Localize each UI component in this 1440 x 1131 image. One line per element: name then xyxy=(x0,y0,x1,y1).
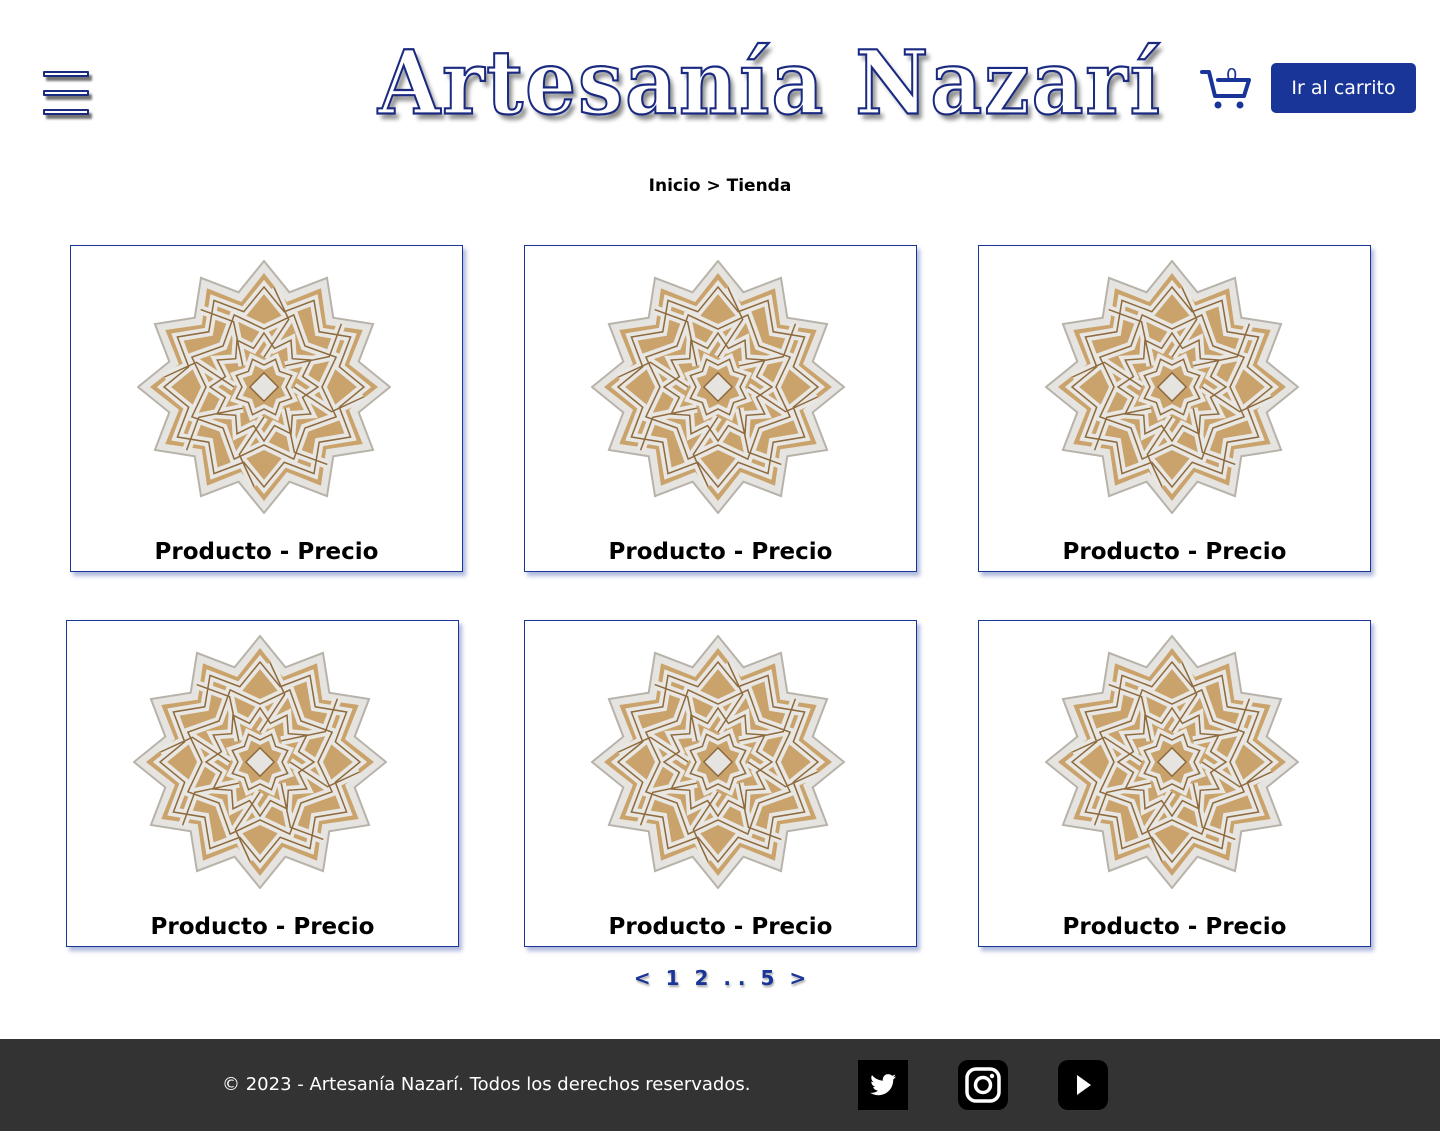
footer: © 2023 - Artesanía Nazarí. Todos los der… xyxy=(0,1039,1440,1131)
go-to-cart-button[interactable]: Ir al carrito xyxy=(1271,63,1416,113)
menu-bar xyxy=(43,90,89,96)
product-card[interactable]: Producto - Precio xyxy=(66,620,459,947)
product-image[interactable] xyxy=(591,260,845,514)
pagination-next[interactable]: > xyxy=(789,966,806,990)
twitter-link[interactable] xyxy=(858,1060,908,1110)
menu-icon[interactable] xyxy=(43,71,91,121)
product-image[interactable] xyxy=(133,635,387,889)
product-label[interactable]: Producto - Precio xyxy=(525,539,916,565)
copyright-text: © 2023 - Artesanía Nazarí. Todos los der… xyxy=(222,1074,751,1095)
product-image[interactable] xyxy=(137,260,391,514)
pagination-page-1[interactable]: 1 xyxy=(666,966,680,990)
instagram-link[interactable] xyxy=(958,1060,1008,1110)
product-card[interactable]: Producto - Precio xyxy=(978,620,1371,947)
product-card[interactable]: Producto - Precio xyxy=(70,245,463,572)
youtube-icon xyxy=(1077,1075,1091,1095)
breadcrumb: Inicio > Tienda xyxy=(0,176,1440,196)
pagination-page-5[interactable]: 5 xyxy=(761,966,775,990)
product-card[interactable]: Producto - Precio xyxy=(524,620,917,947)
product-label[interactable]: Producto - Precio xyxy=(979,914,1370,940)
pagination-prev[interactable]: < xyxy=(634,966,651,990)
product-card[interactable]: Producto - Precio xyxy=(524,245,917,572)
product-image[interactable] xyxy=(1045,635,1299,889)
youtube-link[interactable] xyxy=(1058,1060,1108,1110)
menu-bar xyxy=(43,109,89,115)
product-label[interactable]: Producto - Precio xyxy=(67,914,458,940)
twitter-icon xyxy=(870,1074,896,1096)
breadcrumb-current: Tienda xyxy=(726,176,792,196)
breadcrumb-home-link[interactable]: Inicio xyxy=(649,176,701,196)
cart-count: 0 xyxy=(1226,65,1238,86)
instagram-icon xyxy=(965,1067,1001,1103)
site-logo[interactable]: Artesanía Nazarí xyxy=(377,30,1162,136)
product-label[interactable]: Producto - Precio xyxy=(979,539,1370,565)
product-image[interactable] xyxy=(1045,260,1299,514)
breadcrumb-separator: > xyxy=(706,176,721,196)
product-image[interactable] xyxy=(591,635,845,889)
logo-text: Artesanía Nazarí xyxy=(377,30,1162,136)
product-card[interactable]: Producto - Precio xyxy=(978,245,1371,572)
cart-icon-link[interactable]: 0 xyxy=(1200,64,1254,110)
product-label[interactable]: Producto - Precio xyxy=(525,914,916,940)
menu-bar xyxy=(43,71,89,77)
pagination: < 1 2 . . 5 > xyxy=(0,966,1440,990)
pagination-ellipsis: . . xyxy=(723,966,746,990)
pagination-page-2[interactable]: 2 xyxy=(694,966,708,990)
product-label[interactable]: Producto - Precio xyxy=(71,539,462,565)
